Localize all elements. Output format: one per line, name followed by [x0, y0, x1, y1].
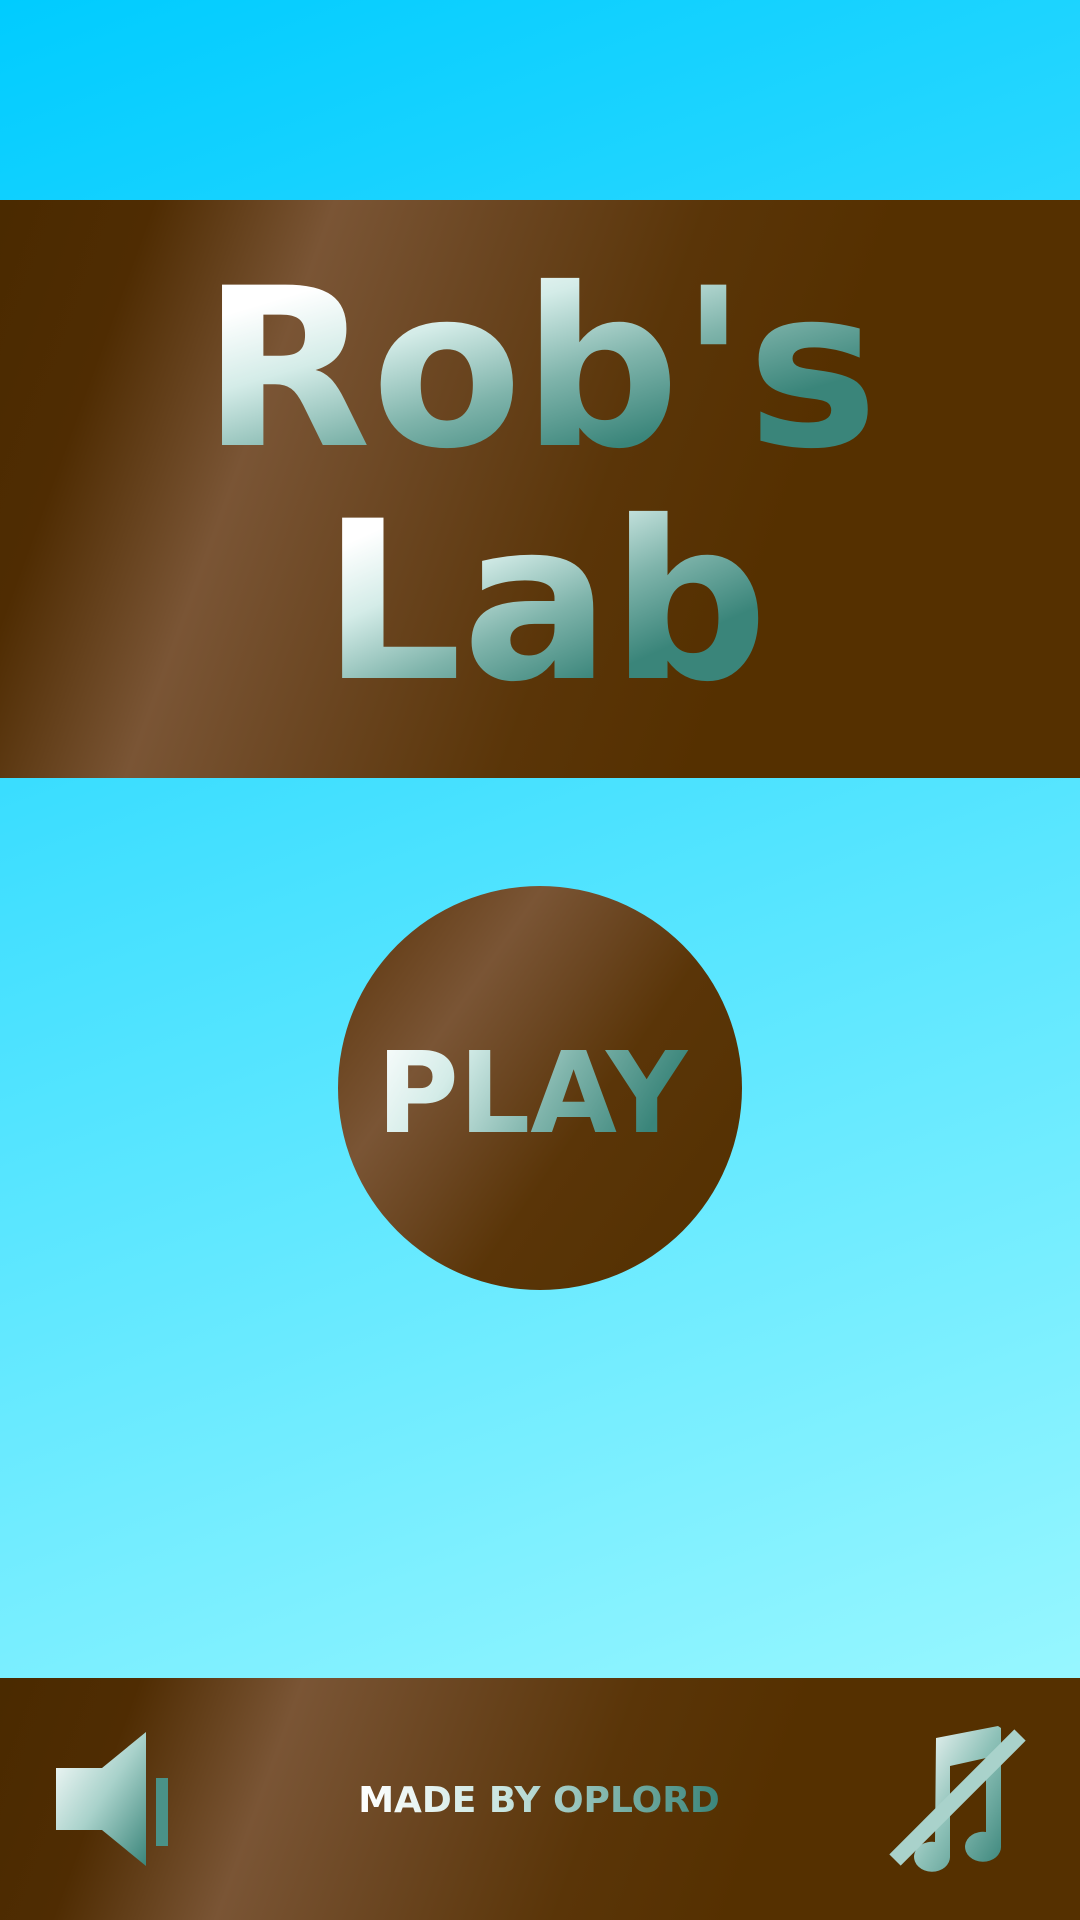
play-button[interactable]: PLAY: [338, 886, 742, 1290]
footer-bar: MADE BY OPLORD: [0, 1678, 1080, 1920]
credit-text: MADE BY OPLORD: [358, 1780, 720, 1821]
speaker-icon: [56, 1732, 168, 1866]
title-line-1: Rob's: [202, 241, 878, 497]
music-toggle-button[interactable]: [870, 1718, 1040, 1878]
credit-author: OPLORD: [553, 1780, 720, 1821]
play-button-label: PLAY: [377, 1029, 689, 1159]
title-line-2: Lab: [322, 474, 768, 730]
play-button-graphic: PLAY: [377, 1029, 689, 1159]
credit-prefix: MADE BY: [358, 1780, 553, 1821]
music-muted-icon: [889, 1726, 1026, 1872]
sound-toggle-button[interactable]: [40, 1724, 180, 1874]
game-title: Rob's Lab: [202, 241, 878, 730]
sky-background: [0, 0, 1080, 200]
